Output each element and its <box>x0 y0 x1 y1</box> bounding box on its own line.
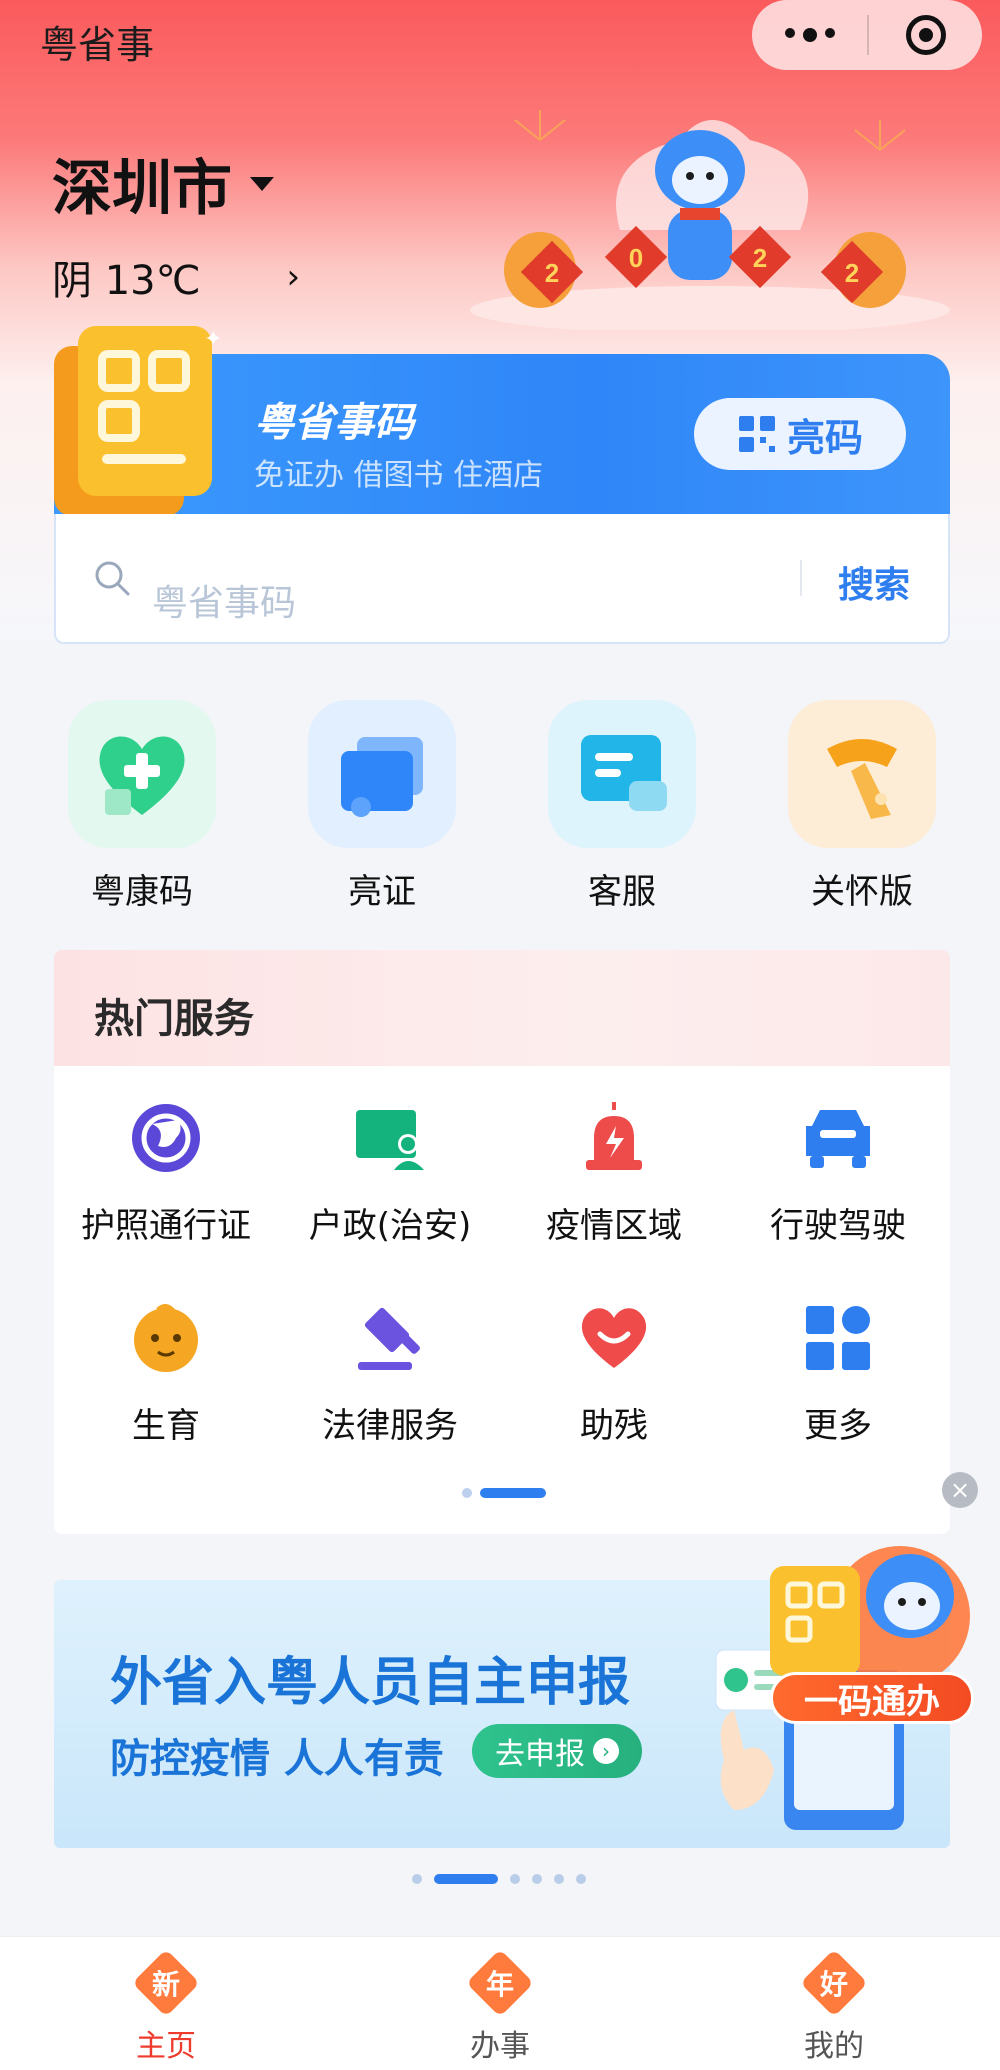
hot-services-pager <box>462 1488 546 1498</box>
weather-text: 阴 13℃ <box>52 258 201 304</box>
home-tab-icon: 新 <box>132 1949 200 2017</box>
service-epidemic-area[interactable]: 疫情区域 <box>502 1100 726 1247</box>
svg-text:2: 2 <box>753 243 767 273</box>
svg-text:2: 2 <box>545 258 559 288</box>
profile-tab-icon: 好 <box>800 1949 868 2017</box>
svg-text:✦: ✦ <box>204 327 222 352</box>
code-card-title: 粤省事码 <box>254 400 414 446</box>
tab-mine[interactable]: 好 我的 <box>734 1949 934 2065</box>
globe-icon <box>132 1104 200 1172</box>
search-bar[interactable]: 粤省事码 搜索 <box>54 514 950 644</box>
bottom-tab-bar: 新 主页 年 办事 好 我的 <box>0 1936 1000 2070</box>
declare-button[interactable]: 去申报 › <box>472 1724 642 1778</box>
mascot-qr-icon <box>770 1546 970 1686</box>
new-year-mascot-illustration: 2 0 2 2 <box>470 110 950 330</box>
tab-home[interactable]: 新 主页 <box>66 1949 266 2065</box>
heart-icon <box>581 1308 647 1368</box>
id-card-icon <box>356 1110 424 1170</box>
gavel-icon <box>358 1307 420 1370</box>
service-disability-aid[interactable]: 助残 <box>502 1300 726 1447</box>
one-code-label: 一码通办 <box>770 1672 974 1724</box>
show-code-label: 亮码 <box>786 415 863 460</box>
search-button[interactable]: 搜索 <box>838 556 910 608</box>
hot-services-title: 热门服务 <box>94 996 254 1042</box>
code-card-subtitle: 免证办 借图书 住酒店 <box>254 458 544 493</box>
svg-text:0: 0 <box>629 243 643 273</box>
svg-text:2: 2 <box>845 258 859 288</box>
cards-icon <box>308 700 456 848</box>
caret-down-icon <box>250 176 274 191</box>
scarf-icon <box>788 700 936 848</box>
arrow-right-icon: › <box>593 1738 619 1764</box>
service-birth[interactable]: 生育 <box>54 1300 278 1447</box>
grid-more-icon <box>806 1306 870 1370</box>
service-legal[interactable]: 法律服务 <box>278 1300 502 1447</box>
chevron-right-icon: › <box>286 257 301 297</box>
hot-services-header: 热门服务 <box>54 950 950 1066</box>
heart-qr-icon <box>68 700 216 848</box>
quick-action-customer-service[interactable]: 客服 <box>522 700 722 913</box>
tab-services[interactable]: 年 办事 <box>400 1949 600 2065</box>
search-input[interactable]: 粤省事码 <box>152 574 296 626</box>
more-menu-icon[interactable] <box>752 28 867 42</box>
search-divider <box>800 560 802 596</box>
app-title: 粤省事 <box>40 23 155 67</box>
banner-subtitle: 防控疫情 人人有责 <box>110 1736 444 1782</box>
car-icon <box>806 1110 870 1168</box>
close-program-icon[interactable] <box>869 15 982 55</box>
baby-icon <box>134 1304 198 1372</box>
city-name: 深圳市 <box>52 154 232 224</box>
service-vehicle-driving[interactable]: 行驶驾驶 <box>726 1100 950 1247</box>
service-household[interactable]: 户政(治安) <box>278 1100 502 1247</box>
quick-action-care-mode[interactable]: 关怀版 <box>762 700 962 913</box>
close-float-icon[interactable]: × <box>942 1472 978 1508</box>
service-more[interactable]: 更多 <box>726 1300 950 1447</box>
quick-action-show-license[interactable]: 亮证 <box>282 700 482 913</box>
hot-services-panel: 热门服务 护照通行证 户政(治安) 疫情区域 行驶驾驶 生育 法律服务 助残 更… <box>54 950 950 1534</box>
service-passport[interactable]: 护照通行证 <box>54 1100 278 1247</box>
declare-button-label: 去申报 <box>495 1737 585 1772</box>
code-card-qr-icon: ✦ <box>54 326 222 516</box>
city-selector[interactable]: 深圳市 <box>52 140 274 227</box>
mini-program-capsule <box>752 0 982 70</box>
search-icon <box>95 561 130 596</box>
services-tab-icon: 年 <box>466 1949 534 2017</box>
banner-pager <box>412 1874 586 1884</box>
quick-actions: 粤康码 亮证 客服 关怀版 <box>0 700 1000 913</box>
weather-link[interactable]: 阴 13℃ › <box>52 248 300 306</box>
banner-title: 外省入粤人员自主申报 <box>110 1653 631 1713</box>
alarm-icon <box>586 1102 642 1170</box>
show-code-button[interactable]: 亮码 <box>694 398 906 470</box>
one-code-float[interactable]: 一码通办 <box>770 1526 980 1726</box>
chat-icon <box>548 700 696 848</box>
qr-code-icon <box>738 416 775 452</box>
province-code-card[interactable]: ✦ 粤省事码 免证办 借图书 住酒店 亮码 <box>54 326 950 516</box>
quick-action-health-code[interactable]: 粤康码 <box>42 700 242 913</box>
